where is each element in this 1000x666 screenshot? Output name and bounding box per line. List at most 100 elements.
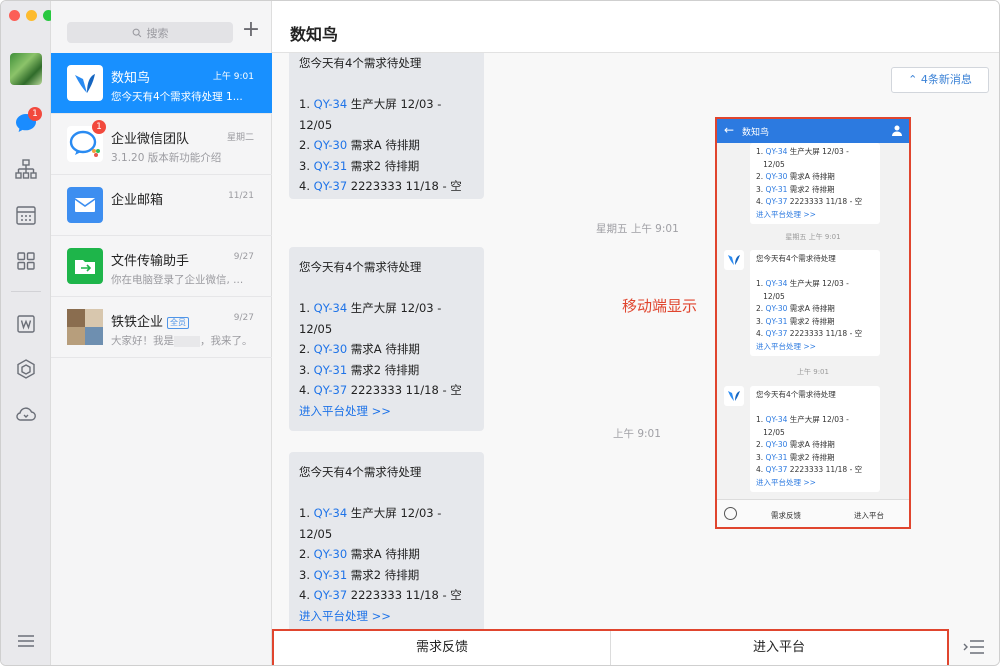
menu-icon[interactable] [14, 629, 38, 653]
search-icon [132, 28, 141, 37]
conversation-item[interactable]: 文件传输助手 9/27 你在电脑登录了企业微信, ... [51, 236, 272, 297]
ticket-link[interactable]: QY-31 [314, 363, 348, 377]
org-chart-icon[interactable] [14, 157, 38, 181]
mobile-message-card: 1. QY-34 生产大屏 12/03 - 12/05 2. QY-30 需求A … [750, 143, 880, 224]
mobile-menu-bar: 需求反馈 进入平台 [717, 499, 909, 527]
item-text: 12/05 [763, 159, 785, 169]
apps-grid-icon[interactable] [14, 249, 38, 273]
mobile-message-line: 12/05 [756, 427, 874, 440]
minimize-window-button[interactable] [26, 10, 37, 21]
time-separator: 星期五 上午 9:01 [596, 223, 679, 235]
keyboard-icon[interactable] [724, 507, 737, 520]
ticket-link[interactable]: QY-37 [314, 588, 348, 602]
item-text: 2223333 11/18 - 空 [350, 179, 462, 193]
close-window-button[interactable] [9, 10, 20, 21]
ticket-link: QY-34 [765, 279, 788, 288]
ticket-link[interactable]: QY-31 [314, 159, 348, 173]
conversation-preview: 大家好！我是 ，我来了。 [111, 333, 255, 348]
ticket-link[interactable]: QY-30 [314, 547, 348, 561]
conversation-name: 数知鸟 [111, 71, 151, 86]
enter-platform-button[interactable]: 进入平台 [610, 631, 947, 665]
back-arrow-icon: ← [724, 123, 735, 137]
enter-platform-link[interactable]: 进入平台处理 >> [299, 197, 474, 200]
mobile-message-line: 2. QY-30 需求A 待排期 [756, 171, 874, 184]
new-messages-button[interactable]: ⌃ 4条新消息 [891, 67, 989, 93]
hexagon-icon[interactable] [14, 357, 38, 381]
item-number: 3. [756, 316, 764, 326]
item-number: 1. [299, 97, 310, 111]
item-number: 3. [756, 184, 764, 194]
mobile-message-card: 您今天有4个需求待处理 1. QY-34 生产大屏 12/03 - 12/05 2… [750, 250, 880, 356]
conversation-time: 星期二 [226, 133, 254, 143]
conversation-item[interactable]: 数知鸟 上午 9:01 您今天有4个需求待处理 1... [51, 53, 272, 114]
message-title: 您今天有4个需求待处理 [299, 465, 422, 479]
mobile-message-title: 您今天有4个需求待处理 [756, 390, 836, 399]
cloud-icon[interactable] [14, 402, 38, 426]
ticket-link: QY-34 [765, 147, 788, 156]
ticket-link[interactable]: QY-34 [314, 506, 348, 520]
conversation-name: 铁铁企业 全员 [111, 311, 190, 330]
new-messages-label: 4条新消息 [920, 73, 972, 86]
ticket-link[interactable]: QY-31 [314, 568, 348, 582]
mobile-display-label: 移动端显示 [622, 297, 698, 315]
message-line: 2. QY-30 需求A 待排期 [299, 135, 474, 156]
mobile-message-title: 您今天有4个需求待处理 [756, 254, 836, 263]
mail-icon [67, 187, 103, 223]
preview-part-a: 大家好！我是 [111, 335, 174, 347]
item-text: 生产大屏 12/03 - [789, 279, 849, 288]
item-number: 1. [299, 506, 310, 520]
mobile-enter-platform-button[interactable]: 进入平台 [854, 510, 884, 521]
mobile-message-line: 12/05 [756, 291, 874, 304]
rail-divider [11, 291, 41, 292]
item-text: 2223333 11/18 - 空 [789, 197, 863, 206]
item-text: 需求A 待排期 [789, 304, 835, 313]
mobile-message-line: 1. QY-34 生产大屏 12/03 - [756, 146, 874, 159]
mobile-message-line: 3. QY-31 需求2 待排期 [756, 452, 874, 465]
message-line: 1. QY-34 生产大屏 12/03 - 12/05 [299, 298, 474, 339]
mobile-preview: ← 数知鸟 1. QY-34 生产大屏 12/03 - 12/05 2. QY-3… [715, 117, 911, 529]
ticket-link[interactable]: QY-30 [314, 342, 348, 356]
ticket-link[interactable]: QY-37 [314, 383, 348, 397]
conversation-item[interactable]: 1 企业微信团队 星期二 3.1.20 版本新功能介绍 [51, 114, 272, 175]
message-line: 1. QY-34 生产大屏 12/03 - 12/05 [299, 94, 474, 135]
ticket-link[interactable]: QY-30 [314, 138, 348, 152]
conversation-item[interactable]: 铁铁企业 全员 9/27 大家好！我是 ，我来了。 [51, 297, 272, 358]
menu-toggle-icon[interactable] [962, 637, 986, 657]
feedback-button[interactable]: 需求反馈 [274, 631, 610, 665]
add-button[interactable]: + [239, 19, 263, 43]
conversation-list: 搜索 + 数知鸟 上午 9:01 您今天有4个需求待处理 1... 1 企业微信… [51, 1, 272, 665]
calendar-icon[interactable] [14, 203, 38, 227]
item-number: 1. [299, 301, 310, 315]
item-number: 2. [756, 440, 764, 449]
shuzhiniao-avatar-small [724, 250, 744, 270]
group-avatar [67, 309, 103, 345]
message-bubble: 您今天有4个需求待处理 1. QY-34 生产大屏 12/03 - 12/05 2… [289, 53, 484, 199]
message-bubble: 您今天有4个需求待处理 1. QY-34 生产大屏 12/03 - 12/05 2… [289, 247, 484, 431]
mobile-message-line: 1. QY-34 生产大屏 12/03 - [756, 414, 874, 427]
item-text: 2223333 11/18 - 空 [350, 588, 462, 602]
mobile-feedback-button[interactable]: 需求反馈 [771, 510, 801, 521]
item-text: 需求2 待排期 [789, 184, 835, 194]
ticket-link[interactable]: QY-34 [314, 301, 348, 315]
enter-platform-link[interactable]: 进入平台处理 >> [299, 606, 474, 627]
mobile-time-separator: 上午 9:01 [797, 368, 829, 376]
my-avatar[interactable] [10, 53, 42, 85]
enter-platform-link[interactable]: 进入平台处理 >> [299, 401, 474, 422]
mobile-message-line: 4. QY-37 2223333 11/18 - 空 [756, 196, 874, 209]
mobile-spacer [756, 402, 874, 415]
ticket-link[interactable]: QY-34 [314, 97, 348, 111]
search-box[interactable]: 搜索 [67, 22, 233, 43]
mobile-message-line: 2. QY-30 需求A 待排期 [756, 439, 874, 452]
item-number: 3. [756, 452, 764, 462]
ticket-link[interactable]: QY-37 [314, 179, 348, 193]
doc-w-icon[interactable] [14, 312, 38, 336]
chat-title: 数知鸟 [290, 25, 339, 44]
ticket-link: QY-30 [765, 304, 788, 313]
item-text: 需求A 待排期 [350, 342, 420, 356]
conversation-item[interactable]: 企业邮箱 11/21 [51, 175, 272, 236]
message-line: 4. QY-37 2223333 11/18 - 空 [299, 176, 474, 197]
ticket-link: QY-30 [765, 172, 788, 181]
message-line: 3. QY-31 需求2 待排期 [299, 156, 474, 177]
ticket-link: QY-37 [765, 197, 788, 206]
mobile-title: 数知鸟 [742, 128, 770, 138]
